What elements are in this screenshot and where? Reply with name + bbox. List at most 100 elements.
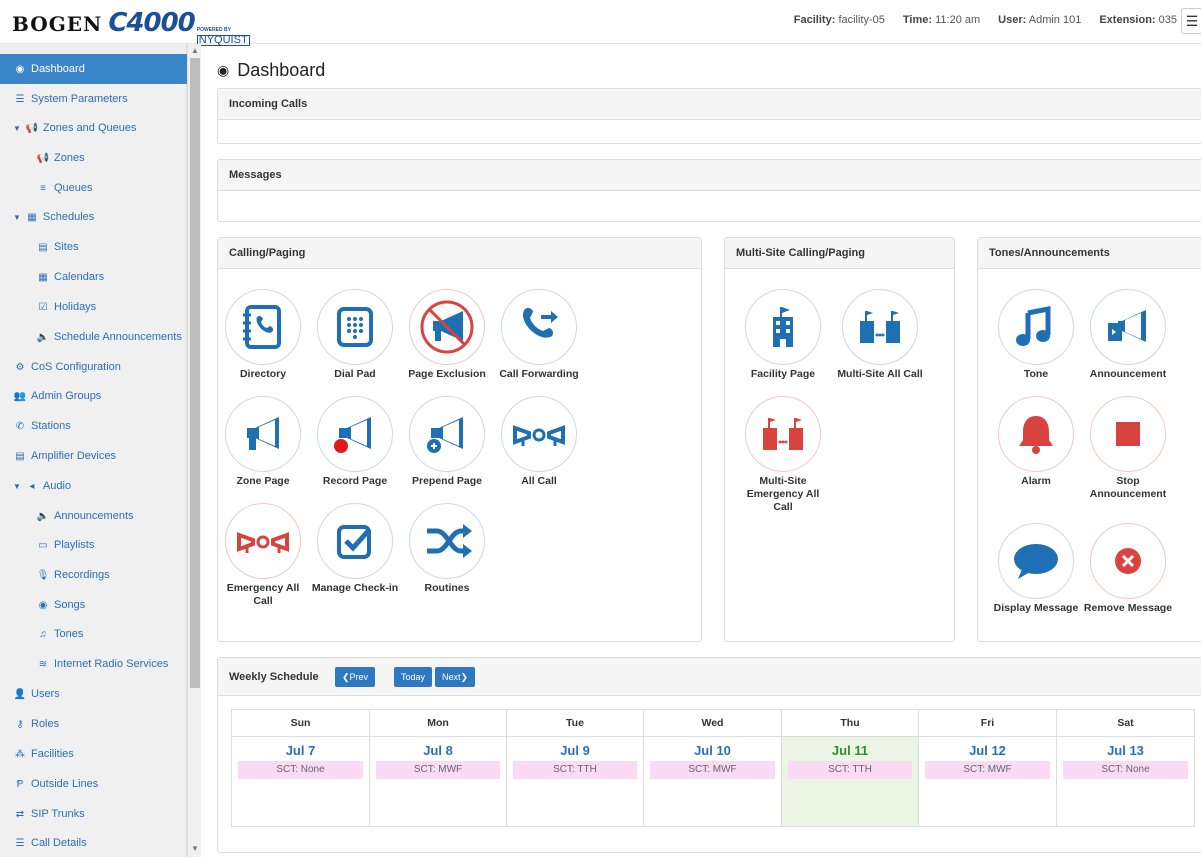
- calendar-day-wed[interactable]: Wed Jul 10 SCT: MWF: [644, 710, 782, 826]
- scrollbar-thumb[interactable]: [190, 58, 200, 688]
- sidebar-item-admin-groups[interactable]: 👥 Admin Groups: [0, 381, 187, 411]
- day-header: Sun: [232, 710, 369, 737]
- sidebar-item-internet-radio-services[interactable]: ≋ Internet Radio Services: [0, 649, 187, 679]
- hamburger-menu-button[interactable]: ☰: [1181, 8, 1201, 34]
- sidebar-item-schedule-announcements[interactable]: 🔈 Schedule Announcements: [0, 322, 187, 352]
- dial-pad-tile[interactable]: Dial Pad: [310, 289, 400, 381]
- sidebar-item-holidays[interactable]: ☑ Holidays: [0, 292, 187, 322]
- cogs-icon: ⚙: [15, 361, 25, 373]
- tile-label: Facility Page: [750, 368, 816, 380]
- user-info: User: Admin 101: [998, 14, 1082, 26]
- chevron-left-icon: ❮: [342, 671, 350, 682]
- prepend-page-tile[interactable]: Prepend Page: [402, 396, 492, 488]
- facility-page-tile[interactable]: Facility Page: [738, 289, 828, 381]
- multi-site-emergency-circle: [745, 396, 821, 472]
- next-week-button[interactable]: Next ❯: [435, 667, 476, 687]
- announcement-icon: [1108, 310, 1146, 342]
- manage-check-in-circle: [317, 503, 393, 579]
- sidebar-item-dashboard[interactable]: ◉ Dashboard: [0, 54, 187, 84]
- sidebar-item-playlists[interactable]: ▭ Playlists: [0, 530, 187, 560]
- stop-announcement-tile[interactable]: Stop Announcement: [1083, 396, 1173, 501]
- sidebar-item-calendars[interactable]: ▦ Calendars: [0, 262, 187, 292]
- schedule-badge[interactable]: SCT: None: [1063, 761, 1188, 779]
- manage-check-in-tile[interactable]: Manage Check-in: [310, 503, 400, 595]
- scroll-down-icon[interactable]: ▼: [191, 844, 199, 853]
- sidebar-item-queues[interactable]: ≡ Queues: [0, 173, 187, 203]
- call-forwarding-tile[interactable]: Call Forwarding: [494, 289, 584, 381]
- logo-product: C4000: [108, 8, 195, 38]
- tile-label: Announcement: [1089, 368, 1167, 380]
- schedule-badge[interactable]: SCT: MWF: [650, 761, 775, 779]
- sidebar-item-zones-and-queues[interactable]: ▼ 📢 Zones and Queues: [0, 113, 187, 143]
- tile-label: Prepend Page: [411, 475, 483, 487]
- logo-partner: POWERED BY NYQUIST: [196, 26, 250, 46]
- building-icon: [773, 307, 793, 347]
- schedule-badge[interactable]: SCT: None: [238, 761, 363, 779]
- display-message-tile[interactable]: Display Message: [991, 523, 1081, 615]
- calendar-day-mon[interactable]: Mon Jul 8 SCT: MWF: [370, 710, 507, 826]
- day-header: Mon: [370, 710, 506, 737]
- record-megaphone-icon: [334, 417, 371, 453]
- routines-circle: [409, 503, 485, 579]
- directory-circle: [225, 289, 301, 365]
- sidebar-item-tones[interactable]: ♫ Tones: [0, 619, 187, 649]
- day-date: Jul 12: [969, 743, 1006, 758]
- tile-label: Emergency All Call: [226, 582, 300, 607]
- record-page-tile[interactable]: Record Page: [310, 396, 400, 488]
- all-call-tile[interactable]: All Call: [494, 396, 584, 488]
- sidebar-item-songs[interactable]: ◉ Songs: [0, 590, 187, 620]
- today-button[interactable]: Today: [394, 667, 433, 687]
- directory-tile[interactable]: Directory: [218, 289, 308, 381]
- sidebar-item-sip-trunks[interactable]: ⇄ SIP Trunks: [0, 799, 187, 829]
- sidebar-item-schedules[interactable]: ▼ ▦ Schedules: [0, 202, 187, 232]
- sidebar-item-amplifier-devices[interactable]: ▤ Amplifier Devices: [0, 441, 187, 471]
- multi-site-panel: Multi-Site Calling/Paging Facility Page …: [724, 237, 955, 642]
- sidebar-item-recordings[interactable]: 🎙 Recordings: [0, 560, 187, 590]
- sidebar-item-outside-lines[interactable]: Ᵽ Outside Lines: [0, 769, 187, 799]
- alarm-tile[interactable]: Alarm: [991, 396, 1081, 488]
- routines-tile[interactable]: Routines: [402, 503, 492, 595]
- calendar-day-sun[interactable]: Sun Jul 7 SCT: None: [232, 710, 370, 826]
- announcement-tile[interactable]: Announcement: [1083, 289, 1173, 381]
- sidebar-item-audio[interactable]: ▼ ◂ Audio: [0, 471, 187, 501]
- multi-site-all-call-tile[interactable]: Multi-Site All Call: [835, 289, 925, 381]
- panel-heading: Calling/Paging: [218, 238, 701, 269]
- calling-paging-panel: Calling/Paging Directory Dial Pad Page E…: [217, 237, 702, 642]
- remove-message-tile[interactable]: Remove Message: [1083, 523, 1173, 615]
- calendar-day-thu-today[interactable]: Thu Jul 11 SCT: TTH: [782, 710, 919, 826]
- stop-announcement-circle: [1090, 396, 1166, 472]
- calendar-day-tue[interactable]: Tue Jul 9 SCT: TTH: [507, 710, 644, 826]
- page-exclusion-tile[interactable]: Page Exclusion: [402, 289, 492, 381]
- brand-logo[interactable]: BOGEN C4000 POWERED BY NYQUIST: [12, 8, 250, 46]
- sidebar-item-announcements[interactable]: 🔈 Announcements: [0, 501, 187, 531]
- emergency-all-call-tile[interactable]: Emergency All Call: [218, 503, 308, 608]
- week-calendar: Sun Jul 7 SCT: None Mon Jul 8 SCT: MWF T…: [231, 709, 1195, 827]
- sidebar-item-facilities[interactable]: ⁂ Facilities: [0, 739, 187, 769]
- multi-site-emergency-all-call-tile[interactable]: Multi-Site Emergency All Call: [738, 396, 828, 514]
- sitemap-icon: ⁂: [15, 748, 25, 760]
- sidebar-item-roles[interactable]: ⚷ Roles: [0, 709, 187, 739]
- multi-building-icon: [860, 311, 900, 343]
- weekly-schedule-panel: Weekly Schedule ❮ Prev Today Next ❯ Sun Ju…: [217, 657, 1201, 853]
- prev-week-button[interactable]: ❮ Prev: [335, 667, 376, 687]
- schedule-badge[interactable]: SCT: MWF: [376, 761, 500, 779]
- schedule-badge[interactable]: SCT: TTH: [513, 761, 637, 779]
- calendar-day-fri[interactable]: Fri Jul 12 SCT: MWF: [919, 710, 1057, 826]
- sidebar-scrollbar[interactable]: ▲ ▼: [187, 44, 201, 857]
- schedule-badge[interactable]: SCT: TTH: [788, 761, 912, 779]
- sidebar-item-call-details[interactable]: ☰ Call Details: [0, 828, 187, 858]
- tone-tile[interactable]: Tone: [991, 289, 1081, 381]
- page-exclusion-circle: [409, 289, 485, 365]
- sidebar-item-users[interactable]: 👤 Users: [0, 679, 187, 709]
- schedule-badge[interactable]: SCT: MWF: [925, 761, 1050, 779]
- calendar-day-sat[interactable]: Sat Jul 13 SCT: None: [1057, 710, 1194, 826]
- zone-page-tile[interactable]: Zone Page: [218, 396, 308, 488]
- prepend-page-circle: [409, 396, 485, 472]
- sidebar-item-cos-configuration[interactable]: ⚙ CoS Configuration: [0, 352, 187, 382]
- incoming-calls-panel: Incoming Calls: [217, 88, 1201, 144]
- scroll-up-icon[interactable]: ▲: [191, 46, 199, 55]
- sidebar-item-zones[interactable]: 📢 Zones: [0, 143, 187, 173]
- sidebar-item-sites[interactable]: ▤ Sites: [0, 232, 187, 262]
- sidebar-item-system-parameters[interactable]: ☰ System Parameters: [0, 84, 187, 114]
- sidebar-item-stations[interactable]: ✆ Stations: [0, 411, 187, 441]
